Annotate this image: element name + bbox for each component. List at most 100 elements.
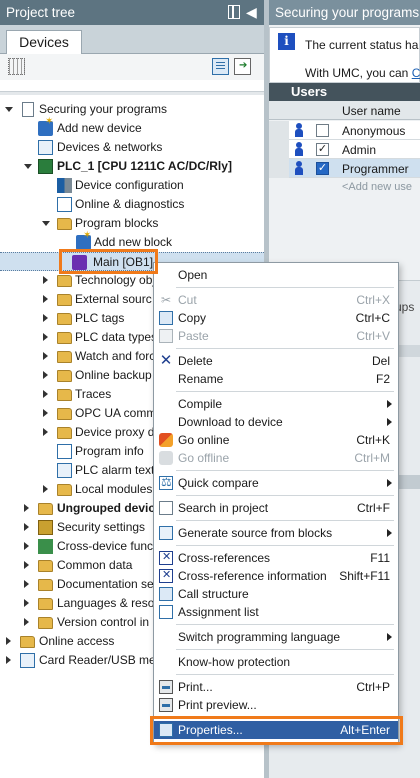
tree-item-add-new-device[interactable]: Add new device (0, 116, 264, 138)
expand-arrow-icon[interactable] (43, 371, 48, 379)
collapse-left-icon[interactable]: ◀ (246, 5, 258, 19)
info-text-line1: The current status ha (305, 38, 419, 52)
table-row[interactable]: ✓ Programmer (269, 159, 420, 178)
row-handle[interactable] (269, 140, 289, 159)
add-new-user[interactable]: <Add new use (342, 181, 412, 193)
menu-separator (176, 674, 394, 675)
menu-item-copy[interactable]: Copy Ctrl+C (154, 309, 398, 327)
expand-arrow-icon[interactable] (43, 295, 48, 303)
menu-item-call-structure[interactable]: Call structure (154, 585, 398, 603)
export-icon[interactable] (234, 58, 251, 75)
grid-view-icon[interactable] (8, 58, 25, 75)
row-handle[interactable] (269, 159, 289, 178)
expand-arrow-icon[interactable] (43, 428, 48, 436)
folder-icon (57, 370, 72, 382)
user-checkbox[interactable]: ✓ (316, 162, 329, 175)
tree-label: Device proxy d (75, 425, 155, 439)
menu-separator (176, 545, 394, 546)
generate-source-icon (159, 526, 173, 540)
tree-label: Add new block (94, 235, 173, 249)
menu-label: Call structure (178, 587, 249, 601)
info-banner: i The current status ha With UMC, you ca… (269, 27, 420, 83)
table-row[interactable]: ✓ Admin (269, 140, 420, 159)
menu-item-quick-compare[interactable]: Quick compare (154, 474, 398, 492)
expand-arrow-icon[interactable] (24, 599, 29, 607)
expand-arrow-icon[interactable] (43, 390, 48, 398)
expand-arrow-icon[interactable] (24, 542, 29, 550)
expand-arrow-icon[interactable] (43, 276, 48, 284)
table-row[interactable]: Anonymous (269, 121, 420, 140)
menu-separator (176, 649, 394, 650)
user-checkbox[interactable] (316, 124, 329, 137)
expand-arrow-icon[interactable] (24, 580, 29, 588)
expand-arrow-icon[interactable] (6, 656, 11, 664)
tree-label: Add new device (57, 121, 142, 135)
menu-item-print-preview[interactable]: Print preview... (154, 696, 398, 714)
expand-arrow-icon[interactable] (43, 333, 48, 341)
menu-item-print[interactable]: Print... Ctrl+P (154, 678, 398, 696)
tree-item-plc-1[interactable]: PLC_1 [CPU 1211C AC/DC/Rly] (0, 157, 264, 176)
menu-label: Know-how protection (178, 655, 291, 669)
menu-item-cut[interactable]: ✂ Cut Ctrl+X (154, 291, 398, 309)
menu-label: Copy (178, 311, 207, 325)
paste-icon (159, 329, 173, 343)
menu-item-know-how-protection[interactable]: Know-how protection (154, 653, 398, 671)
menu-item-download-to-device[interactable]: Download to device (154, 413, 398, 431)
expand-arrow-icon[interactable] (43, 314, 48, 322)
tree-label: Securing your programs (39, 102, 168, 116)
expand-arrow-icon[interactable] (24, 523, 29, 531)
menu-item-paste[interactable]: Paste Ctrl+V (154, 327, 398, 345)
plc-icon (38, 159, 53, 174)
menu-item-cross-references[interactable]: Cross-references F11 (154, 549, 398, 567)
expand-arrow-icon[interactable] (24, 618, 29, 626)
menu-item-search-in-project[interactable]: Search in project Ctrl+F (154, 499, 398, 517)
expand-arrow-icon[interactable] (24, 164, 32, 169)
expand-arrow-icon[interactable] (42, 221, 50, 226)
project-tree-title: Project tree (6, 5, 76, 20)
menu-item-cross-reference-information[interactable]: Cross-reference information Shift+F11 (154, 567, 398, 585)
tree-label: Documentation se (57, 577, 154, 591)
expand-arrow-icon[interactable] (43, 352, 48, 360)
column-user-name[interactable]: User name (342, 104, 401, 118)
tab-devices[interactable]: Devices (6, 30, 82, 55)
tree-label: Device configuration (75, 178, 184, 192)
menu-item-go-online[interactable]: Go online Ctrl+K (154, 431, 398, 449)
menu-item-go-offline[interactable]: Go offline Ctrl+M (154, 449, 398, 467)
pin-icon[interactable] (228, 5, 240, 19)
cross-reference-info-icon (159, 568, 173, 583)
expand-arrow-icon[interactable] (43, 485, 48, 493)
folder-icon (57, 351, 72, 363)
tree-item-program-blocks[interactable]: Program blocks (0, 214, 264, 233)
menu-shortcut: Ctrl+P (356, 680, 390, 694)
go-online-icon (159, 433, 173, 447)
menu-item-compile[interactable]: Compile (154, 395, 398, 413)
submenu-arrow-icon (387, 633, 392, 641)
tree-item-devices-networks[interactable]: Devices & networks (0, 138, 264, 157)
tree-item-online-diagnostics[interactable]: Online & diagnostics (0, 195, 264, 214)
menu-item-delete[interactable]: ✕ Delete Del (154, 352, 398, 370)
menu-item-generate-source[interactable]: Generate source from blocks (154, 524, 398, 542)
list-view-icon[interactable] (212, 58, 229, 75)
menu-label: Paste (178, 329, 209, 343)
user-checkbox[interactable]: ✓ (316, 143, 329, 156)
menu-shortcut: F2 (375, 372, 390, 386)
expand-arrow-icon[interactable] (24, 504, 29, 512)
menu-item-assignment-list[interactable]: Assignment list (154, 603, 398, 621)
menu-item-open[interactable]: Open (154, 266, 398, 284)
menu-item-switch-programming-language[interactable]: Switch programming language (154, 628, 398, 646)
tree-item-project[interactable]: Securing your programs (0, 100, 264, 119)
info-link[interactable]: Cl (412, 66, 420, 80)
expand-arrow-icon[interactable] (43, 409, 48, 417)
expand-arrow-icon[interactable] (5, 107, 13, 112)
row-handle[interactable] (269, 121, 289, 140)
menu-separator (176, 495, 394, 496)
expand-arrow-icon[interactable] (24, 561, 29, 569)
assignment-list-icon (159, 605, 173, 619)
tree-item-device-configuration[interactable]: Device configuration (0, 176, 264, 195)
menu-shortcut: Ctrl+K (356, 433, 390, 447)
menu-shortcut: Del (371, 354, 390, 368)
tree-label: Program blocks (75, 216, 159, 230)
call-structure-icon (159, 587, 173, 601)
expand-arrow-icon[interactable] (6, 637, 11, 645)
menu-item-rename[interactable]: Rename F2 (154, 370, 398, 388)
